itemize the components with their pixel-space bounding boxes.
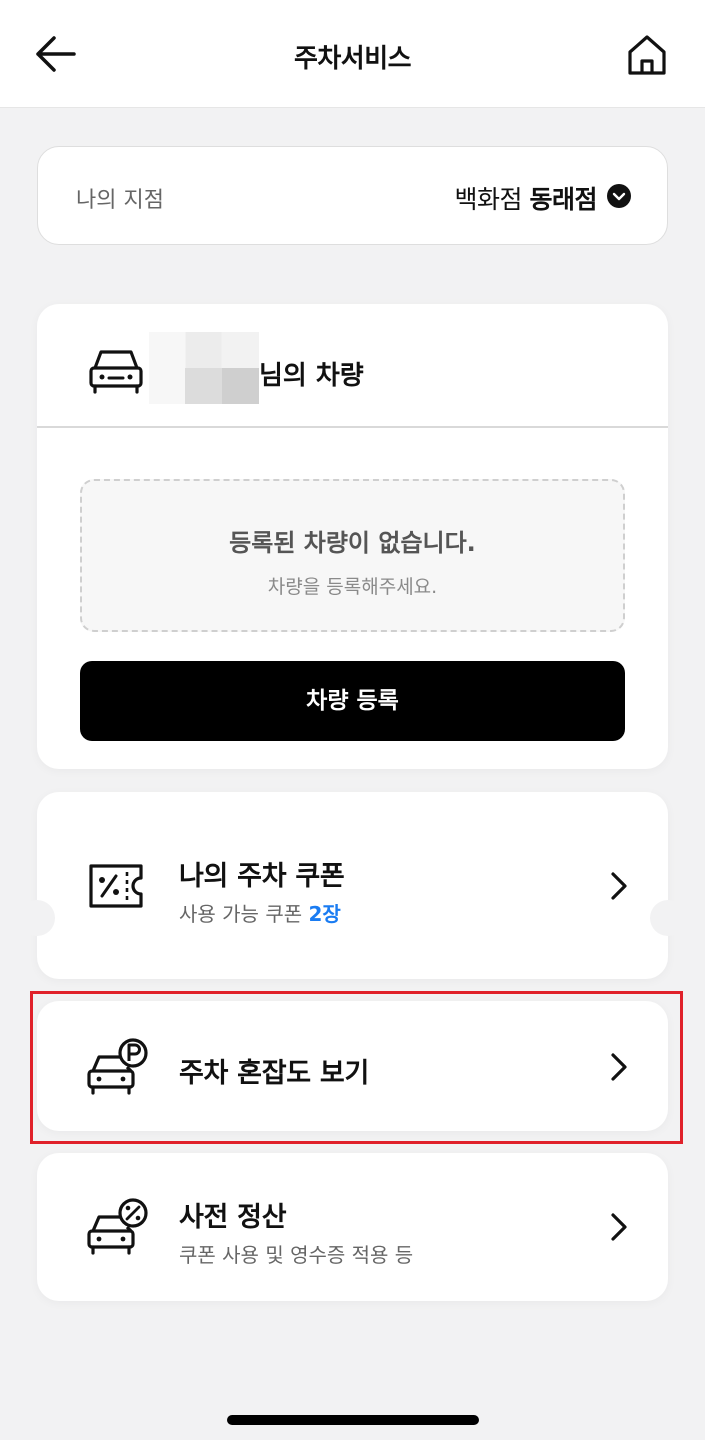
branch-value: 백화점 동래점 [454, 180, 598, 216]
branch-value-name: 동래점 [529, 185, 597, 214]
empty-vehicle-subtitle: 차량을 등록해주세요. [267, 576, 438, 598]
home-indicator [227, 1415, 479, 1425]
coupon-count: 2장 [308, 902, 341, 926]
chevron-right-icon [608, 870, 630, 902]
chevron-down-circle-icon[interactable] [607, 184, 631, 208]
vehicle-card: 님의 차량 등록된 차량이 없습니다. 차량을 등록해주세요. 차량 등록 [37, 304, 668, 769]
pre-payment-item[interactable]: 사전 정산 쿠폰 사용 및 영수증 적용 등 [37, 1153, 668, 1301]
coupon-ticket-icon [87, 858, 147, 914]
my-parking-coupon-item[interactable]: 나의 주차 쿠폰 사용 가능 쿠폰 2장 [19, 792, 686, 979]
prepay-subtitle: 쿠폰 사용 및 영수증 적용 등 [179, 1243, 414, 1267]
masked-user-name [149, 332, 259, 404]
app-header: 주차서비스 [0, 0, 705, 108]
register-vehicle-button[interactable]: 차량 등록 [80, 661, 625, 741]
coupon-subtitle-prefix: 사용 가능 쿠폰 [179, 902, 303, 926]
branch-value-prefix: 백화점 [454, 185, 523, 214]
car-icon [87, 344, 145, 396]
empty-vehicle-title: 등록된 차량이 없습니다. [229, 529, 476, 557]
branch-label: 나의 지점 [76, 188, 164, 213]
coupon-title: 나의 주차 쿠폰 [179, 861, 345, 892]
chevron-right-icon [608, 1211, 630, 1243]
page-title: 주차서비스 [293, 44, 412, 74]
divider [37, 426, 668, 428]
prepay-title: 사전 정산 [179, 1202, 287, 1233]
home-icon[interactable] [622, 30, 672, 80]
coupon-subtitle: 사용 가능 쿠폰 2장 [179, 898, 341, 927]
branch-selector[interactable]: 나의 지점 백화점 동래점 [37, 146, 668, 245]
vehicle-owner-label: 님의 차량 [259, 361, 364, 391]
ticket-notch-right [650, 900, 686, 936]
empty-vehicle-box: 등록된 차량이 없습니다. 차량을 등록해주세요. [80, 479, 625, 632]
car-discount-icon [87, 1197, 148, 1255]
ticket-notch-left [19, 900, 55, 936]
highlight-box [30, 991, 683, 1144]
